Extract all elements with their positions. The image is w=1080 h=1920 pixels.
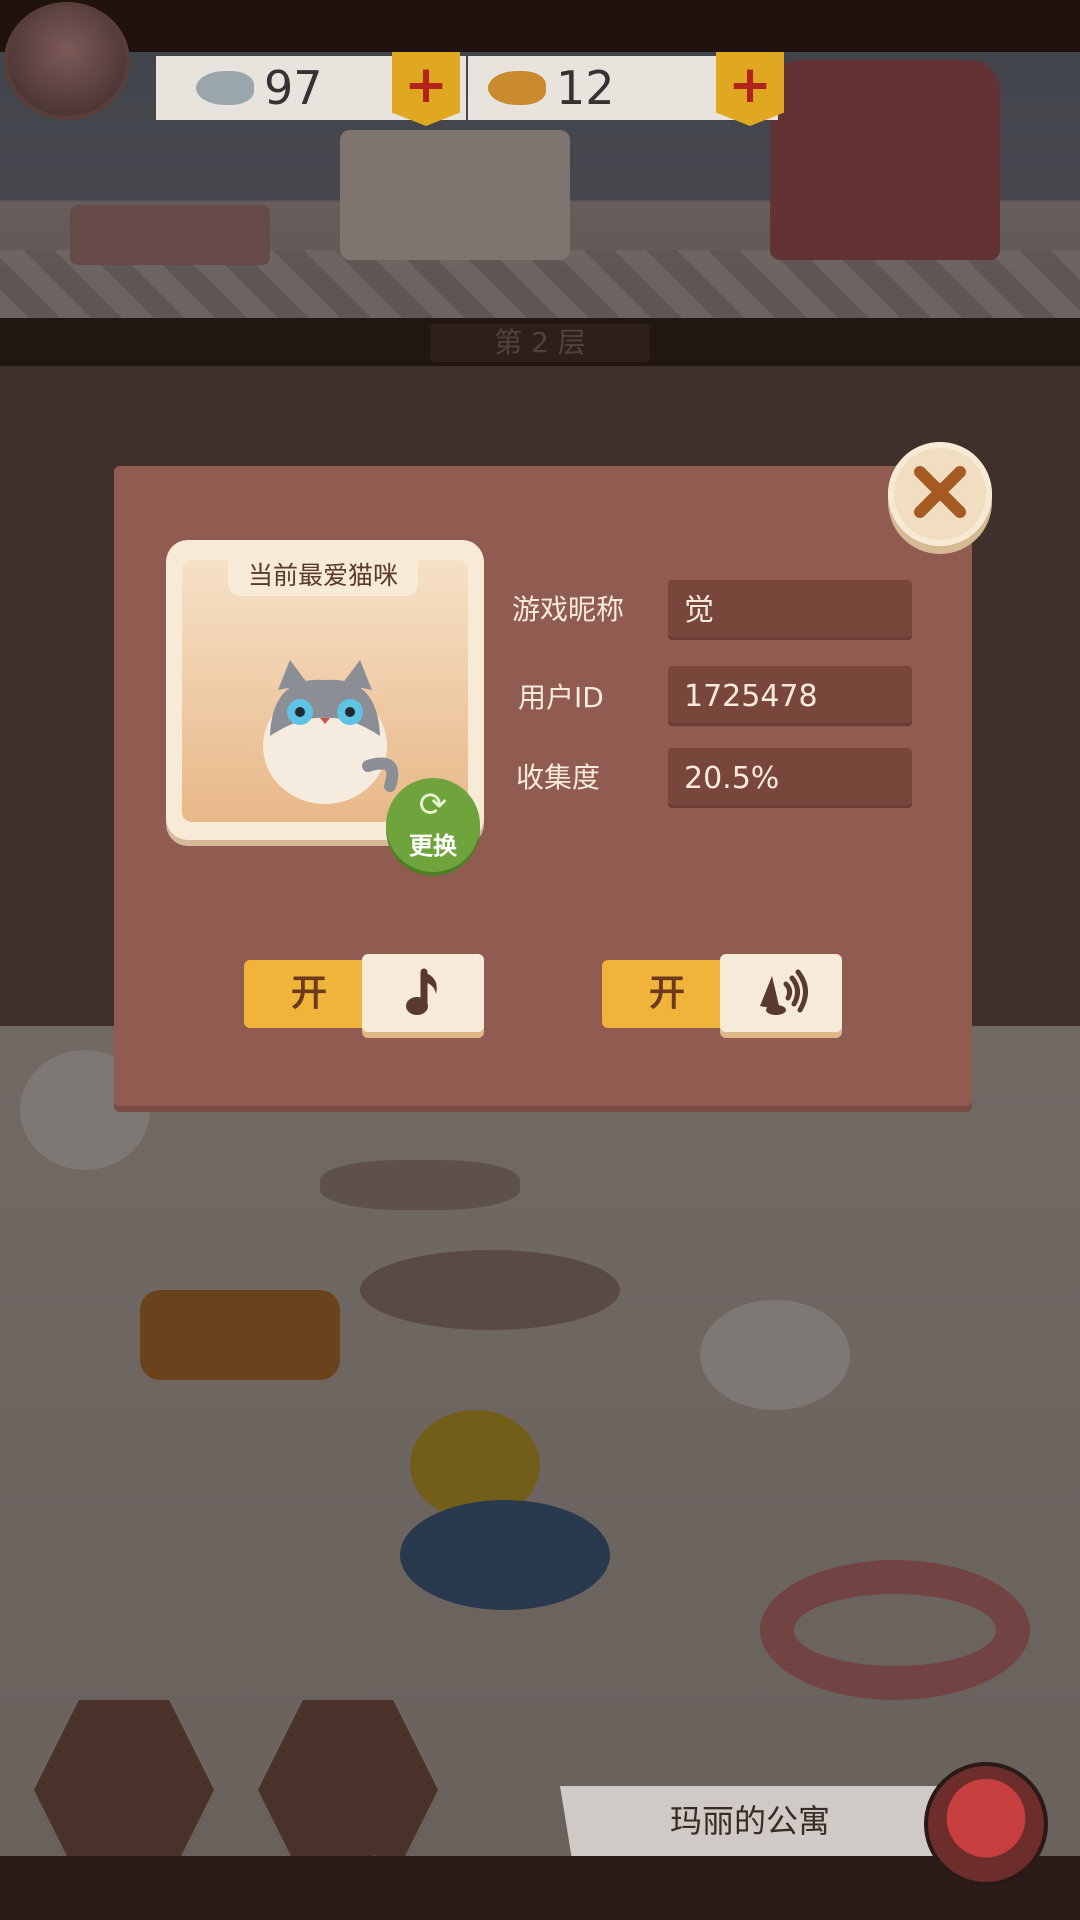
gold-fish-counter: 12 + [468,52,784,126]
music-note-icon [406,968,437,1015]
sound-toggle-state: 开 [602,960,732,1028]
music-toggle-state: 开 [244,960,374,1028]
tabby-cat-image [263,660,399,804]
user-id-field: 1725478 [668,666,912,726]
music-toggle-knob[interactable] [362,954,484,1032]
silver-fish-icon [196,71,254,105]
add-silver-fish-button[interactable]: + [392,52,460,126]
silver-fish-count: 97 [264,61,323,115]
apartment-name: 玛丽的公寓 [560,1786,940,1856]
close-button[interactable] [888,442,992,546]
nickname-label: 游戏昵称 [512,593,625,626]
collection-label: 收集度 [516,761,601,794]
nickname-field: 觉 [668,580,912,640]
music-toggle[interactable]: 开 [244,954,484,1032]
refresh-icon: ⟳ [418,785,448,825]
host-avatar[interactable] [924,1762,1048,1886]
speaker-icon [760,969,808,1015]
gold-fish-count: 12 [556,61,615,115]
add-gold-fish-button[interactable]: + [716,52,784,126]
plus-icon: + [404,55,448,115]
gold-fish-icon [488,71,546,105]
bottom-strip [0,1856,1080,1920]
player-avatar[interactable] [4,2,130,120]
silver-fish-counter: 97 + [156,52,466,126]
change-cat-button[interactable]: ⟳ 更换 [386,778,480,872]
user-id-label: 用户ID [518,681,604,714]
sound-toggle-knob[interactable] [720,954,842,1032]
favorite-cat-title: 当前最爱猫咪 [228,556,418,596]
collection-field: 20.5% [668,748,912,808]
change-cat-label: 更换 [409,832,457,860]
close-icon [914,466,966,518]
sound-toggle[interactable]: 开 [602,954,842,1032]
plus-icon: + [728,55,772,115]
